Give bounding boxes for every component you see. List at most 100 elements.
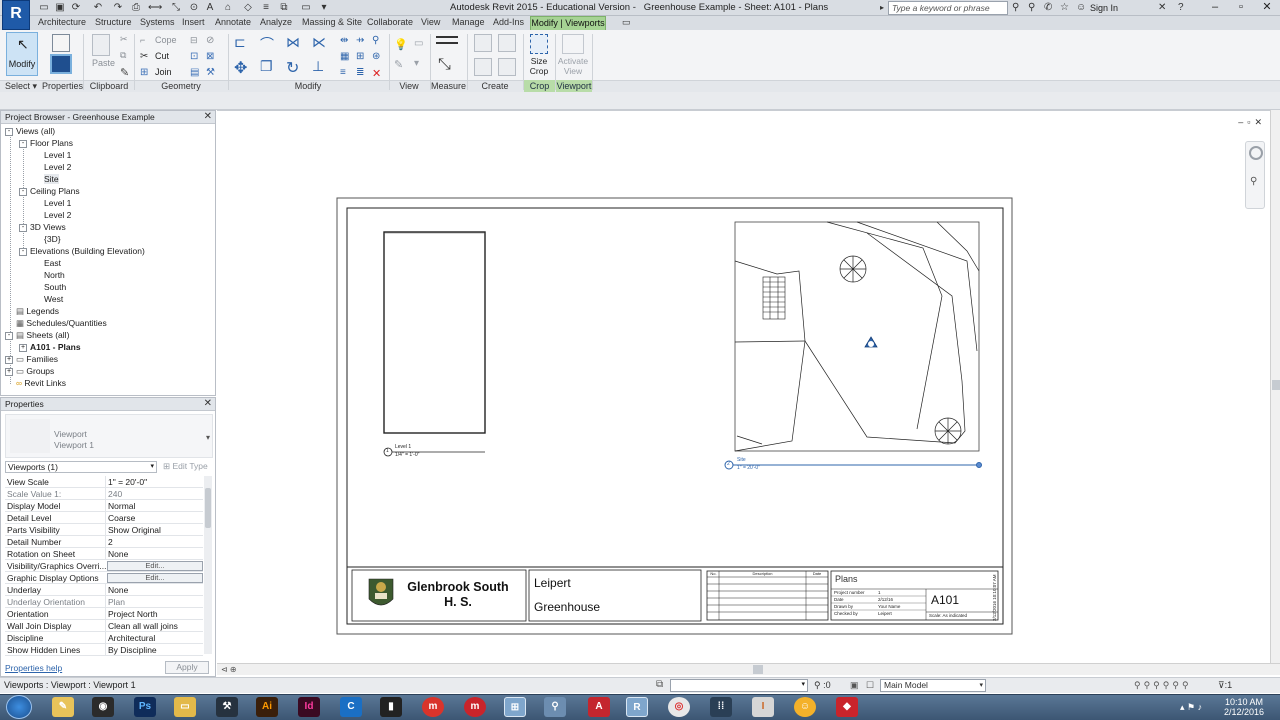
tree-item[interactable]: + ▭ Groups xyxy=(5,365,54,377)
tag-icon[interactable]: ⊙ xyxy=(188,2,200,14)
modify-button[interactable]: ↖ Modify xyxy=(6,32,38,76)
tree-item[interactable]: + ▭ Families xyxy=(5,353,58,365)
tree-item[interactable]: Level 1 xyxy=(33,149,71,161)
panel-label-select[interactable]: Select ▾ xyxy=(0,80,42,92)
user-icon[interactable]: ☺ xyxy=(1076,2,1086,13)
design-options-checkbox[interactable]: ☐ xyxy=(866,680,874,691)
dimension-icon[interactable]: ⤡ xyxy=(170,2,182,14)
editable-only-icon[interactable]: ⚲ :0 xyxy=(814,680,831,691)
property-value[interactable]: 240 xyxy=(105,488,203,500)
camera-app-icon[interactable]: ◉ xyxy=(92,697,114,717)
scale-icon[interactable]: ⊞ xyxy=(356,51,364,62)
minimize-button[interactable]: – xyxy=(1202,1,1228,15)
red-app-icon[interactable]: m xyxy=(422,697,444,717)
mirror-pick-axis-icon[interactable]: ⋈ xyxy=(286,34,304,52)
cut-geometry-icon[interactable]: ✂ xyxy=(140,51,148,62)
cut-clip-icon[interactable]: ✂ xyxy=(120,34,128,45)
wall-joins-icon[interactable]: ⊟ xyxy=(190,35,198,46)
open-icon[interactable]: ▭ xyxy=(38,2,50,14)
property-value[interactable]: Architectural xyxy=(105,632,203,644)
demolish-hammer-icon[interactable]: ⚒ xyxy=(206,67,215,78)
tree-item[interactable]: East xyxy=(33,257,61,269)
cut-label[interactable]: Cut xyxy=(155,51,169,61)
folder-icon[interactable]: ▭ xyxy=(174,697,196,717)
size-crop-label[interactable]: Size Crop xyxy=(528,56,550,76)
revit-taskbar-icon[interactable]: R xyxy=(626,697,648,717)
tab-collaborate[interactable]: Collaborate xyxy=(367,17,413,27)
split-face-icon[interactable]: ⊡ xyxy=(190,51,198,62)
start-button[interactable] xyxy=(6,695,32,719)
create-similar-icon[interactable] xyxy=(498,58,516,76)
collapse-icon[interactable]: - xyxy=(19,139,27,148)
apply-button[interactable]: Apply xyxy=(165,661,209,674)
measure-between-icon[interactable] xyxy=(436,36,458,44)
collapse-icon[interactable]: - xyxy=(5,331,13,340)
offset-icon[interactable]: ⌒ xyxy=(260,34,278,52)
property-value[interactable]: 1" = 20'-0" xyxy=(105,476,203,488)
tab-structure[interactable]: Structure xyxy=(95,17,132,27)
override-graphics-icon[interactable]: ✎ xyxy=(394,58,403,71)
print-icon[interactable]: ⎙ xyxy=(130,2,142,14)
design-option-select[interactable]: Main Model ▾ xyxy=(880,679,986,692)
tree-item[interactable]: - Views (all) xyxy=(5,125,55,137)
tab-architecture[interactable]: Architecture xyxy=(38,17,86,27)
tab-analyze[interactable]: Analyze xyxy=(260,17,292,27)
taskbar-clock[interactable]: 10:10 AM 2/12/2016 xyxy=(1214,697,1274,717)
split-element-icon[interactable]: ⇹ xyxy=(340,35,348,46)
property-value[interactable]: Normal xyxy=(105,500,203,512)
measure-icon[interactable]: ⟷ xyxy=(148,2,162,14)
apps-grid-icon[interactable]: ⁞⁞ xyxy=(710,697,732,717)
trim-single-icon[interactable]: ≣ xyxy=(356,67,364,78)
help-icon[interactable]: ? xyxy=(1178,2,1184,13)
match-type-icon[interactable]: ✎ xyxy=(120,66,129,79)
collapse-icon[interactable]: - xyxy=(19,223,27,232)
indesign-icon[interactable]: Id xyxy=(298,697,320,717)
element-filter-select[interactable]: Viewports (1) ▾ xyxy=(5,461,157,473)
illustrator-icon[interactable]: Ai xyxy=(256,697,278,717)
move-icon[interactable]: ✥ xyxy=(234,58,252,77)
chrome-icon[interactable]: ◎ xyxy=(668,697,690,717)
sign-in-link[interactable]: Sign In xyxy=(1090,3,1118,13)
tree-item[interactable]: {3D} xyxy=(33,233,61,245)
tab-view[interactable]: View xyxy=(421,17,440,27)
collapse-icon[interactable]: - xyxy=(19,247,27,256)
drawing-area[interactable]: –▫✕ ⚲ Level 1 1/4" = 1'-0" 1 Site 1" = 2… xyxy=(217,110,1270,663)
create-parts-icon[interactable] xyxy=(498,34,516,52)
remove-paint-icon[interactable]: ⊠ xyxy=(206,51,214,62)
section-icon[interactable]: ◇ xyxy=(242,2,254,14)
align-icon[interactable]: ⊏ xyxy=(234,34,252,52)
trim-multiple-icon[interactable]: ≡ xyxy=(340,67,346,78)
join-icon[interactable]: ⊞ xyxy=(140,67,148,78)
binoculars-icon[interactable]: ⚲ xyxy=(1012,2,1019,13)
hide-bulb-icon[interactable]: 💡 xyxy=(394,38,408,51)
favorites-star-icon[interactable]: ☆ xyxy=(1060,2,1069,13)
tree-item[interactable]: West xyxy=(33,293,63,305)
mirror-draw-axis-icon[interactable]: ⋉ xyxy=(312,34,330,52)
design-options-icon[interactable]: ▣ xyxy=(850,680,859,691)
inventor-icon[interactable]: I xyxy=(752,697,774,717)
maximize-button[interactable]: ▫ xyxy=(1228,1,1254,15)
redo-icon[interactable]: ↷ xyxy=(112,2,124,14)
collapse-icon[interactable]: - xyxy=(19,187,27,196)
properties-button[interactable] xyxy=(46,32,76,76)
expand-icon[interactable]: + xyxy=(19,343,27,352)
sheet-drawing[interactable] xyxy=(217,111,1270,664)
tree-item[interactable]: South xyxy=(33,281,66,293)
tree-item[interactable]: -3D Views xyxy=(19,221,66,233)
array-icon[interactable]: ▦ xyxy=(340,51,349,62)
aligned-dimension-icon[interactable]: ⤡ xyxy=(438,56,451,74)
edit-button[interactable]: Edit... xyxy=(107,573,203,583)
tree-item[interactable]: - Elevations (Building Elevation) xyxy=(19,245,145,257)
mm-app-icon[interactable]: m xyxy=(464,697,486,717)
search-input[interactable]: Type a keyword or phrase xyxy=(888,1,1008,15)
pin-icon[interactable]: ⊛ xyxy=(372,51,380,62)
property-value[interactable]: By Discipline xyxy=(105,644,203,656)
property-value[interactable]: Clean all wall joins xyxy=(105,620,203,632)
type-dropdown-icon[interactable]: ▾ xyxy=(206,433,210,442)
tree-item[interactable]: Site xyxy=(33,173,59,185)
tree-item[interactable]: Level 2 xyxy=(33,161,71,173)
search-expand-icon[interactable]: ▸ xyxy=(880,3,884,12)
size-crop-icon[interactable] xyxy=(530,34,548,54)
expand-icon[interactable]: + xyxy=(5,355,13,364)
magnifier-app-icon[interactable]: ⚲ xyxy=(544,697,566,717)
